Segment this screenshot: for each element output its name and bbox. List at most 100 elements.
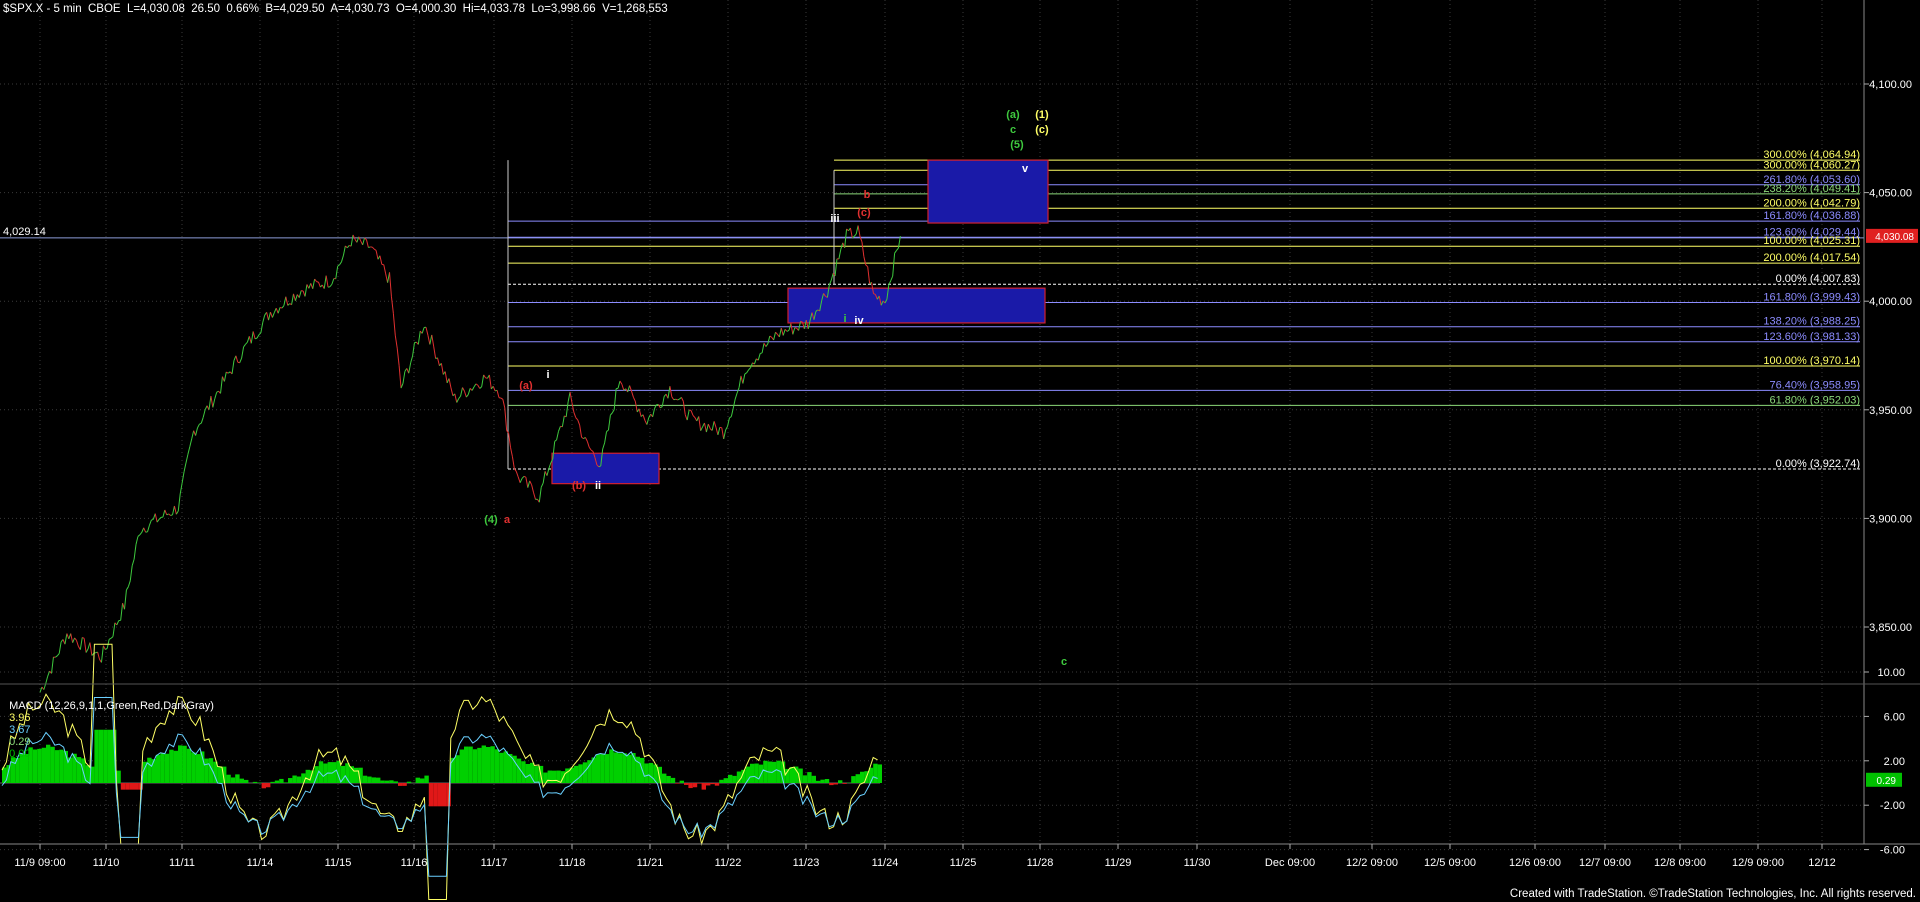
fib-label: 123.60% (3,981.33) (1763, 331, 1860, 343)
date-tick-label: 11/30 (1184, 857, 1211, 869)
macd-value-1: 3.96 (9, 712, 31, 724)
macd-hist-bar (217, 766, 222, 783)
fib-label: 200.00% (4,042.79) (1763, 197, 1860, 209)
macd-value-3: 0.29 (9, 736, 31, 748)
price-segment (896, 247, 899, 251)
price-segment (390, 296, 394, 314)
price-segment (166, 513, 169, 516)
price-segment (471, 386, 475, 391)
macd-hist-bar (794, 766, 799, 783)
price-segment (298, 290, 302, 298)
price-segment (725, 426, 728, 431)
price-segment (254, 337, 258, 340)
macd-hist-bar (376, 777, 381, 783)
price-segment (316, 281, 319, 283)
price-segment (723, 429, 727, 440)
price-segment (51, 657, 54, 674)
price-segment (133, 544, 137, 560)
chart-canvas: 300.00% (4,064.94)300.00% (4,060.27)261.… (0, 0, 1920, 901)
price-segment (778, 328, 782, 337)
macd-hist-bar (600, 753, 605, 783)
macd-hist-bar (622, 753, 627, 783)
price-segment (172, 505, 175, 515)
price-segment (158, 517, 162, 520)
price-segment (214, 392, 218, 399)
date-tick-label: 11/11 (169, 857, 195, 869)
macd-hist-bar (235, 774, 240, 783)
price-segment (177, 493, 181, 512)
price-segment (734, 392, 738, 400)
price-segment (116, 620, 120, 626)
price-segment (181, 471, 185, 484)
wave-label-a-red-small: a (504, 514, 511, 526)
macd-hist-bar (120, 783, 126, 790)
macd-hist-bar (226, 774, 231, 783)
price-segment (700, 426, 704, 431)
price-segment (329, 283, 333, 288)
target-box-lower (551, 452, 660, 485)
wave-label-iv: iv (854, 315, 864, 327)
price-segment (584, 437, 588, 442)
price-segment (162, 509, 166, 518)
price-segment (763, 342, 767, 347)
macd-hist-bar (252, 781, 258, 783)
price-segment (204, 405, 208, 410)
price-segment (894, 250, 897, 254)
price-segment (761, 343, 765, 354)
macd-hist-bar (873, 763, 878, 783)
price-segment (72, 637, 76, 643)
macd-hist-bar (710, 783, 715, 785)
axes: 4,100.00 4,050.00 4,000.00 3,950.00 3,900.00… (0, 0, 1920, 869)
price-segment (627, 385, 631, 393)
price-segment (410, 355, 414, 364)
price-segment (250, 331, 254, 344)
macd-hist-bar (362, 775, 368, 783)
price-segment (64, 633, 68, 645)
date-tick-label: 11/17 (481, 857, 508, 869)
price-segment (602, 442, 606, 450)
macd-panel (0, 643, 882, 901)
macd-hist-bar (134, 783, 139, 790)
price-segment (477, 384, 481, 389)
price-segment (431, 334, 435, 347)
wave-label-v: v (1022, 163, 1029, 175)
macd-hist-bar (789, 766, 794, 783)
macd-hist-bar (398, 783, 403, 786)
price-segment (713, 421, 717, 428)
price-segment (293, 293, 296, 301)
price-segment (767, 335, 771, 344)
price-segment (427, 335, 431, 345)
price-segment (496, 390, 500, 398)
price-segment (362, 237, 366, 246)
price-segment (456, 398, 460, 403)
price-segment (137, 534, 141, 537)
macd-hist-bar (662, 773, 667, 783)
price-segment (245, 341, 248, 345)
price-segment (750, 362, 753, 368)
price-segment (223, 371, 227, 382)
price-segment (148, 519, 152, 526)
price-segment (773, 332, 777, 341)
price-segment (437, 357, 440, 366)
price-segment (58, 641, 62, 654)
price-segment (408, 362, 412, 374)
price-segment (573, 412, 577, 418)
price-segment (127, 580, 131, 587)
price-segment (85, 648, 89, 653)
price-segment (275, 307, 279, 314)
price-segment (147, 525, 150, 532)
date-tick-label: 11/24 (872, 857, 899, 869)
price-segment (396, 348, 400, 366)
macd-hist-bar (508, 753, 513, 783)
price-segment (168, 513, 171, 516)
price-segment (542, 471, 546, 484)
macd-tick-label: 10.00 (1877, 667, 1905, 679)
price-segment (239, 357, 243, 363)
wave-label-4-green: (4) (484, 514, 498, 526)
price-segment (317, 281, 321, 288)
price-segment (173, 505, 177, 515)
macd-hist-bar (679, 780, 684, 783)
price-segment (231, 360, 235, 374)
price-segment (861, 241, 865, 257)
price-segment (216, 390, 219, 393)
